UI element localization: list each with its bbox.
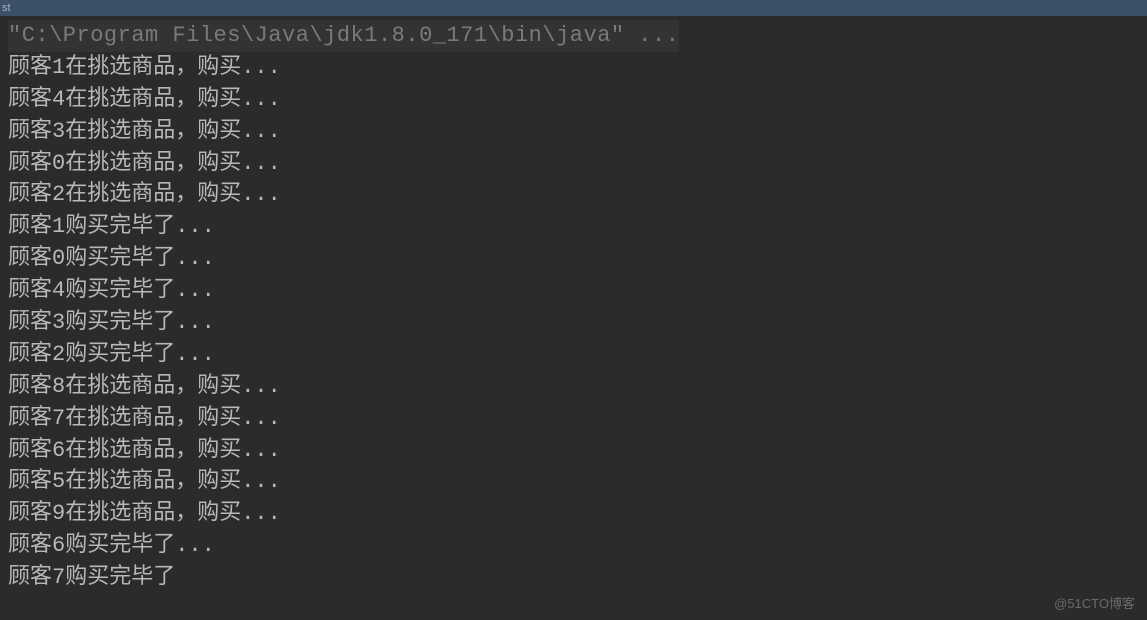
output-line: 顾客8在挑选商品，购买... [8,371,1147,403]
console-output[interactable]: "C:\Program Files\Java\jdk1.8.0_171\bin\… [0,16,1147,620]
output-line: 顾客5在挑选商品，购买... [8,466,1147,498]
output-line: 顾客7在挑选商品，购买... [8,403,1147,435]
output-line: 顾客1在挑选商品，购买... [8,52,1147,84]
output-line: 顾客3购买完毕了... [8,307,1147,339]
output-line: 顾客0在挑选商品，购买... [8,148,1147,180]
title-bar: st [0,0,1147,16]
output-line: 顾客2购买完毕了... [8,339,1147,371]
output-line: 顾客0购买完毕了... [8,243,1147,275]
output-line: 顾客6在挑选商品，购买... [8,435,1147,467]
output-line: 顾客1购买完毕了... [8,211,1147,243]
output-line: 顾客4购买完毕了... [8,275,1147,307]
output-line: 顾客7购买完毕了 [8,562,1147,594]
watermark: @51CTO博客 [1054,593,1135,612]
command-line: "C:\Program Files\Java\jdk1.8.0_171\bin\… [8,20,679,52]
output-line: 顾客4在挑选商品，购买... [8,84,1147,116]
command-line-wrapper: "C:\Program Files\Java\jdk1.8.0_171\bin\… [8,20,1147,52]
output-line: 顾客9在挑选商品，购买... [8,498,1147,530]
output-line: 顾客2在挑选商品，购买... [8,179,1147,211]
title-text: st [2,2,11,14]
output-line: 顾客3在挑选商品，购买... [8,116,1147,148]
output-line: 顾客6购买完毕了... [8,530,1147,562]
